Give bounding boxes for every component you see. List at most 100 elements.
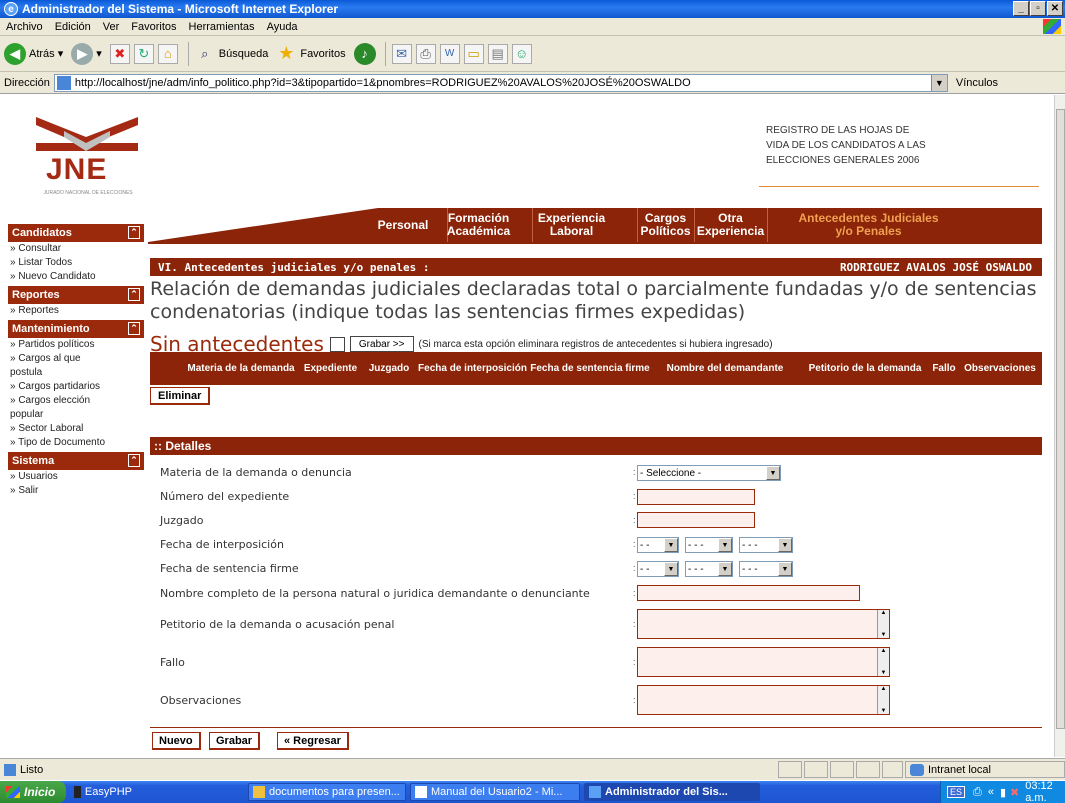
collapse-icon[interactable]: ⌃	[128, 322, 140, 335]
search-button[interactable]: ⌕ Búsqueda	[195, 44, 268, 64]
language-indicator[interactable]: ES	[947, 786, 966, 798]
security-alert-icon[interactable]: ✖	[1010, 786, 1019, 799]
sidebar-item-partidos-politicos[interactable]: » Partidos políticos	[8, 338, 144, 352]
tab-otra-experiencia[interactable]: Otra Experiencia	[694, 208, 766, 242]
favorites-button[interactable]: ★ Favoritos	[276, 43, 345, 64]
mail-icon[interactable]: ✉	[391, 43, 412, 64]
collapse-icon[interactable]: ⌃	[128, 288, 140, 301]
juzgado-input[interactable]	[637, 512, 755, 528]
easyphp-quicklaunch[interactable]: EasyPHP	[70, 783, 132, 801]
menu-archivo[interactable]: Archivo	[6, 21, 43, 33]
textarea-scrollbar[interactable]: ▲ ▼	[877, 686, 889, 714]
chevron-down-icon[interactable]: ▼	[718, 562, 732, 576]
fecha-sentencia-day[interactable]: - - ▼	[637, 561, 679, 577]
menu-edicion[interactable]: Edición	[55, 21, 91, 33]
messenger-icon[interactable]: ☺	[511, 43, 532, 64]
sidebar-item-cargos-postula-cont[interactable]: postula	[8, 366, 144, 380]
media-icon[interactable]: ♪	[353, 42, 376, 65]
fallo-textarea[interactable]: ▲ ▼	[637, 647, 890, 677]
chevron-down-icon[interactable]: ▼	[664, 562, 678, 576]
menu-ver[interactable]: Ver	[103, 21, 120, 33]
chevron-down-icon[interactable]: ▼	[778, 562, 792, 576]
taskbar-item-administrador[interactable]: Administrador del Sis...	[584, 783, 760, 801]
taskbar-item-documentos[interactable]: documentos para presen...	[248, 783, 406, 801]
tab-cargos[interactable]: Cargos Políticos	[637, 208, 693, 242]
fecha-interposicion-year[interactable]: - - - ▼	[739, 537, 793, 553]
home-icon[interactable]: ⌂	[157, 43, 178, 64]
sidebar-section-candidatos[interactable]: Candidatos ⌃	[8, 224, 144, 242]
tab-label: y/o Penales	[835, 224, 902, 238]
expediente-input[interactable]	[637, 489, 755, 505]
minimize-button[interactable]: _	[1013, 1, 1029, 16]
sidebar-item-cargos-postula[interactable]: » Cargos al que	[8, 352, 144, 366]
address-input[interactable]: http://localhost/jne/adm/info_politico.p…	[53, 73, 948, 92]
expand-tray-icon[interactable]: «	[988, 786, 994, 798]
sidebar-item-cargos-eleccion-cont[interactable]: popular	[8, 408, 144, 422]
textarea-scrollbar[interactable]: ▲ ▼	[877, 648, 889, 676]
page-scrollbar[interactable]	[1054, 95, 1065, 757]
fecha-interposicion-month[interactable]: - - - ▼	[685, 537, 733, 553]
fecha-interposicion-day[interactable]: - - ▼	[637, 537, 679, 553]
chevron-down-icon[interactable]: ▼	[664, 538, 678, 552]
research-icon[interactable]: ▤	[487, 43, 508, 64]
petitorio-textarea[interactable]: ▲ ▼	[637, 609, 890, 639]
fecha-sentencia-month[interactable]: - - - ▼	[685, 561, 733, 577]
sidebar-item-cargos-partidarios[interactable]: » Cargos partidarios	[8, 380, 144, 394]
grabar-button[interactable]: Grabar	[209, 732, 261, 750]
sidebar-section-mantenimiento[interactable]: Mantenimiento ⌃	[8, 320, 144, 338]
easyphp-tray-icon[interactable]: ▮	[1000, 786, 1006, 799]
sidebar-item-reportes[interactable]: » Reportes	[8, 304, 144, 318]
address-bar: Dirección http://localhost/jne/adm/info_…	[0, 72, 1065, 94]
materia-select[interactable]: - Seleccione - ▼	[637, 465, 781, 481]
sidebar-item-usuarios[interactable]: » Usuarios	[8, 470, 144, 484]
sin-antecedentes-checkbox[interactable]	[329, 336, 345, 352]
sidebar-section-sistema[interactable]: Sistema ⌃	[8, 452, 144, 470]
edit-word-icon[interactable]: W	[439, 43, 460, 64]
menu-herramientas[interactable]: Herramientas	[189, 21, 255, 33]
sidebar-item-listar-todos[interactable]: » Listar Todos	[8, 256, 144, 270]
tab-personal[interactable]: Personal	[372, 208, 434, 242]
printer-icon[interactable]: ⎙	[973, 786, 982, 799]
fecha-sentencia-year[interactable]: - - - ▼	[739, 561, 793, 577]
eliminar-button[interactable]: Eliminar	[150, 387, 211, 405]
stop-icon[interactable]: ✖	[109, 43, 130, 64]
nombre-input[interactable]	[637, 585, 860, 601]
close-button[interactable]: ✕	[1047, 1, 1063, 16]
chevron-down-icon[interactable]: ▼	[718, 538, 732, 552]
maximize-button[interactable]: ▫	[1030, 1, 1046, 16]
regresar-button[interactable]: « Regresar	[277, 732, 349, 750]
tab-formacion[interactable]: Formación Académica	[447, 208, 510, 242]
taskbar-item-manual[interactable]: Manual del Usuario2 - Mi...	[410, 783, 580, 801]
menu-ayuda[interactable]: Ayuda	[267, 21, 298, 33]
tab-experiencia[interactable]: Experiencia Laboral	[532, 208, 610, 242]
chevron-down-icon[interactable]: ▼	[766, 466, 780, 480]
sidebar-item-sector-laboral[interactable]: » Sector Laboral	[8, 422, 144, 436]
print-icon[interactable]: ⎙	[415, 43, 436, 64]
menu-favoritos[interactable]: Favoritos	[131, 21, 176, 33]
fallo-label: Fallo	[160, 656, 185, 669]
start-button[interactable]: Inicio	[0, 781, 66, 803]
folder-icon[interactable]: ▭	[463, 43, 484, 64]
sidebar-item-cargos-eleccion[interactable]: » Cargos elección	[8, 394, 144, 408]
back-button[interactable]: ◀ Atrás ▾	[4, 42, 63, 65]
textarea-scrollbar[interactable]: ▲ ▼	[877, 610, 889, 638]
easyphp-label: EasyPHP	[84, 786, 132, 798]
tab-antecedentes[interactable]: Antecedentes Judiciales y/o Penales	[767, 208, 969, 242]
collapse-icon[interactable]: ⌃	[128, 454, 140, 467]
sidebar-item-salir[interactable]: » Salir	[8, 484, 144, 498]
refresh-icon[interactable]: ↻	[133, 43, 154, 64]
nuevo-button[interactable]: Nuevo	[152, 732, 201, 750]
chevron-down-icon[interactable]: ▼	[930, 74, 947, 91]
chevron-down-icon[interactable]: ▼	[778, 538, 792, 552]
sidebar-item-consultar[interactable]: » Consultar	[8, 242, 144, 256]
links-button[interactable]: Vínculos	[956, 77, 998, 89]
juzgado-label: Juzgado	[160, 514, 204, 527]
sidebar-item-nuevo-candidato[interactable]: » Nuevo Candidato	[8, 270, 144, 284]
observaciones-textarea[interactable]: ▲ ▼	[637, 685, 890, 715]
sidebar-item-tipo-documento[interactable]: » Tipo de Documento	[8, 436, 144, 450]
collapse-icon[interactable]: ⌃	[128, 226, 140, 239]
scrollbar-thumb[interactable]	[1056, 109, 1065, 729]
grabar-sin-antecedentes-button[interactable]: Grabar >>	[349, 336, 414, 352]
sidebar-section-reportes[interactable]: Reportes ⌃	[8, 286, 144, 304]
forward-button[interactable]: ▶ ▾	[71, 42, 102, 65]
